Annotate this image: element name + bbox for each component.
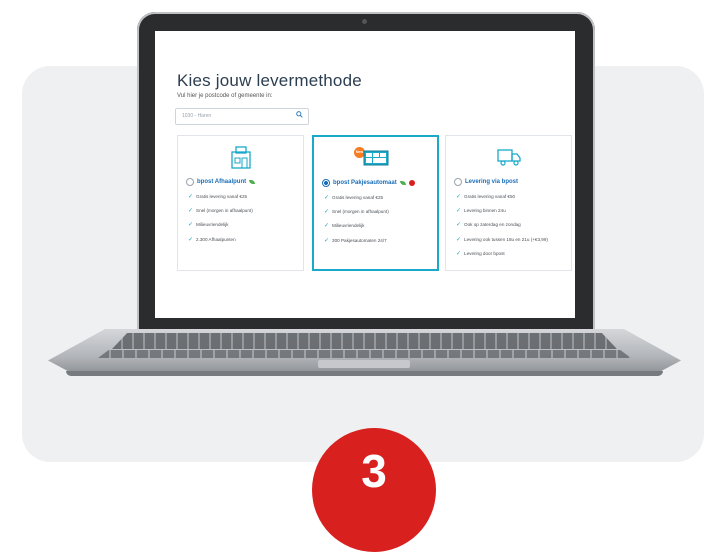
- feature-item: ✓ Gratis levering vanaf €25: [188, 194, 248, 200]
- feature-item: ✓ Gratis levering vanaf €25: [324, 195, 384, 201]
- check-icon: ✓: [324, 223, 330, 230]
- feature-item: ✓ Snel (morgen in afhaalpunt): [324, 209, 389, 216]
- option-radio[interactable]: [454, 178, 462, 186]
- feature-item: ✓ Levering door bpost: [456, 250, 505, 257]
- option-radio[interactable]: [186, 178, 194, 186]
- delivery-truck-icon: [496, 149, 521, 166]
- check-icon: ✓: [324, 209, 330, 216]
- step-number: 3: [361, 445, 387, 497]
- feature-item: ✓ Levering ook tussen 18u en 21u (+€3,99): [456, 236, 548, 243]
- 24-7-icon: [408, 180, 415, 186]
- webcam-icon: [362, 19, 367, 24]
- laptop-screen: Kies jouw levermethode Vul hier je postc…: [155, 31, 575, 318]
- page-title: Kies jouw levermethode: [177, 71, 362, 90]
- check-icon: ✓: [456, 208, 462, 215]
- feature-item: ✓ Milieuvriendelijk: [324, 223, 365, 230]
- parcel-locker-icon: [363, 150, 388, 166]
- feature-list: ✓ Gratis levering vanaf €25 ✓ Snel (morgen…: [188, 194, 297, 251]
- laptop-base-edge: [66, 371, 663, 376]
- check-icon: ✓: [456, 250, 462, 257]
- feature-item: ✓ Gratis levering vanaf €50: [456, 194, 516, 200]
- feature-item: ✓ 2.300 Afhaalpunten: [188, 236, 236, 243]
- eco-leaf-icon: [249, 180, 256, 184]
- feature-list: ✓ Gratis levering vanaf €50 ✓ Levering bin…: [456, 194, 565, 265]
- delivery-option-pickup-point[interactable]: bpost Afhaalpunt ✓ Gratis levering vanaf …: [177, 135, 304, 271]
- laptop-keyboard: [112, 333, 617, 349]
- laptop-trackpad: [318, 360, 410, 368]
- search-icon[interactable]: [296, 111, 303, 118]
- step-number-badge: 3: [312, 428, 436, 552]
- page-subtitle: Vul hier je postcode of gemeente in:: [177, 93, 273, 99]
- check-icon: ✓: [188, 222, 194, 229]
- feature-item: ✓ 300 Pakjesautomaten 24/7: [324, 237, 387, 244]
- feature-item: ✓ Snel (morgen in afhaalpunt): [188, 208, 253, 215]
- feature-item: ✓ Ook op zaterdag en zondag: [456, 222, 521, 229]
- feature-item: ✓ Levering binnen 24u: [456, 208, 506, 215]
- check-icon: ✓: [188, 208, 194, 215]
- check-icon: ✓: [188, 236, 194, 243]
- laptop-keyboard-row: [98, 350, 631, 358]
- check-icon: ✓: [324, 237, 330, 244]
- delivery-option-parcel-locker[interactable]: New bpost Pakjesautomaat ✓ Gratis leverin…: [312, 135, 439, 271]
- check-icon: ✓: [188, 194, 194, 200]
- option-title: bpost Pakjesautomaat: [333, 180, 397, 186]
- feature-list: ✓ Gratis levering vanaf €25 ✓ Snel (morgen…: [324, 195, 431, 252]
- eco-leaf-icon: [399, 181, 406, 185]
- delivery-option-home-delivery[interactable]: Levering via bpost ✓ Gratis levering vana…: [445, 135, 572, 271]
- check-icon: ✓: [456, 222, 462, 229]
- option-title: bpost Afhaalpunt: [197, 179, 247, 185]
- postcode-search-input[interactable]: 1030 - Haren: [175, 108, 309, 125]
- check-icon: ✓: [456, 194, 462, 200]
- option-radio[interactable]: [322, 179, 330, 187]
- check-icon: ✓: [456, 236, 462, 243]
- feature-item: ✓ Milieuvriendelijk: [188, 222, 229, 229]
- option-title: Levering via bpost: [465, 179, 519, 185]
- check-icon: ✓: [324, 195, 330, 201]
- pickup-point-icon: [230, 146, 251, 169]
- search-placeholder: 1030 - Haren: [182, 113, 212, 119]
